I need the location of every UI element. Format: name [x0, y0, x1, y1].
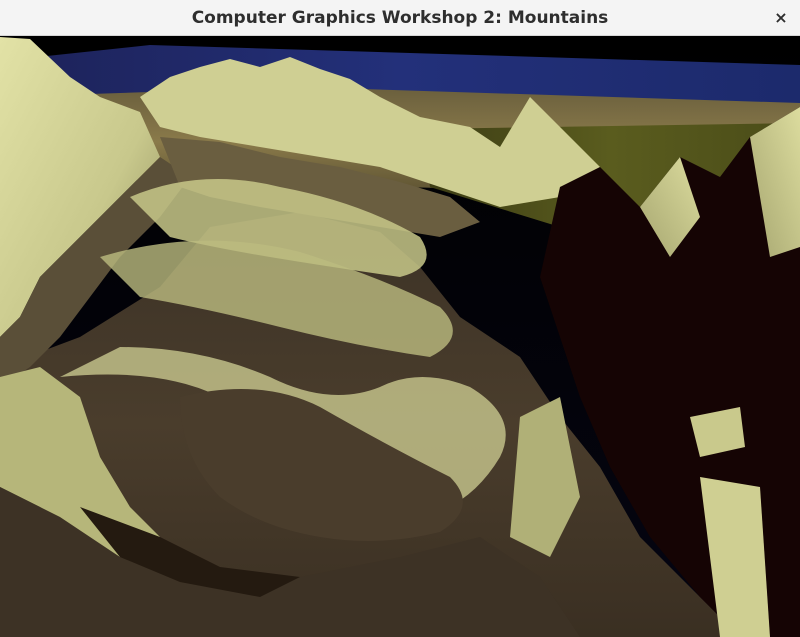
render-viewport[interactable] [0, 37, 800, 637]
window-title: Computer Graphics Workshop 2: Mountains [191, 8, 609, 28]
close-icon[interactable]: × [770, 7, 792, 29]
title-bar[interactable]: Computer Graphics Workshop 2: Mountains … [0, 0, 800, 36]
terrain-render [0, 37, 800, 637]
app-window: Computer Graphics Workshop 2: Mountains … [0, 0, 800, 637]
